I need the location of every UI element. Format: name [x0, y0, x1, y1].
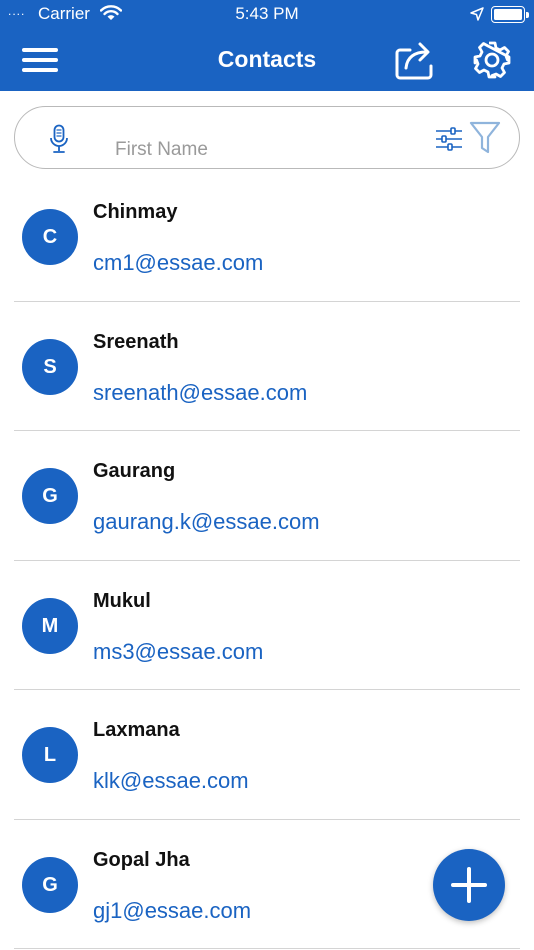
gear-icon[interactable] — [472, 40, 512, 80]
plus-icon — [451, 867, 487, 903]
add-contact-button[interactable] — [433, 849, 505, 921]
app-header: .... Carrier 5:43 PM Contacts — [0, 0, 534, 91]
contact-name: Chinmay — [93, 201, 178, 223]
contact-email[interactable]: gj1@essae.com — [93, 898, 251, 924]
contact-row[interactable]: G Gaurang gaurang.k@essae.com — [0, 431, 534, 561]
contact-row[interactable]: M Mukul ms3@essae.com — [0, 561, 534, 691]
contact-name: Gaurang — [93, 460, 176, 482]
contact-name: Sreenath — [93, 330, 179, 353]
avatar: G — [22, 856, 78, 913]
battery-icon — [491, 6, 529, 23]
hamburger-menu-icon[interactable] — [22, 46, 58, 74]
microphone-icon[interactable] — [48, 124, 70, 154]
avatar: C — [22, 209, 78, 265]
contact-email[interactable]: cm1@essae.com — [93, 250, 263, 276]
contact-name: Gopal Jha — [93, 848, 190, 871]
status-bar: .... Carrier 5:43 PM — [0, 0, 534, 30]
status-time: 5:43 PM — [235, 4, 299, 23]
avatar: L — [22, 727, 78, 783]
sliders-icon[interactable] — [435, 127, 463, 151]
contact-email[interactable]: klk@essae.com — [93, 768, 249, 794]
search-input[interactable] — [113, 137, 413, 163]
contact-name: Mukul — [93, 589, 151, 612]
contact-email[interactable]: ms3@essae.com — [93, 639, 263, 665]
avatar: G — [22, 468, 78, 524]
contact-email[interactable]: gaurang.k@essae.com — [93, 509, 320, 535]
location-arrow-icon — [470, 6, 484, 26]
avatar: S — [22, 338, 78, 395]
page-title: Contacts — [217, 46, 317, 72]
contact-row[interactable]: C Chinmay cm1@essae.com — [0, 172, 534, 302]
share-icon[interactable] — [393, 38, 437, 82]
funnel-icon[interactable] — [469, 120, 501, 156]
contact-row[interactable]: S Sreenath sreenath@essae.com — [0, 302, 534, 432]
avatar: M — [22, 597, 78, 654]
contact-email[interactable]: sreenath@essae.com — [93, 380, 307, 406]
search-bar — [14, 106, 520, 169]
contact-row[interactable]: L Laxmana klk@essae.com — [0, 690, 534, 820]
contact-name: Laxmana — [93, 719, 180, 741]
contacts-list: C Chinmay cm1@essae.com S Sreenath sreen… — [0, 172, 534, 949]
